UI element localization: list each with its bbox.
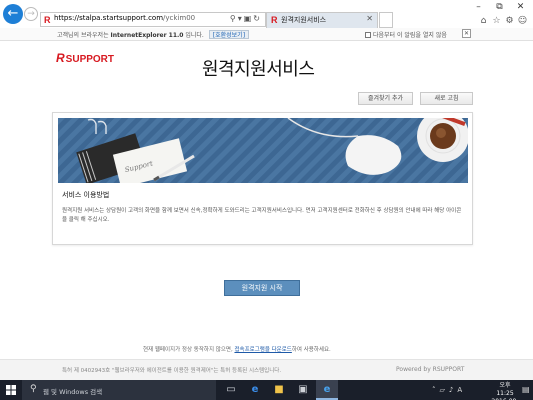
new-tab-button[interactable] — [379, 12, 393, 28]
page-title: 원격지원서비스 — [202, 59, 315, 80]
browser-infobar: 고객님의 브라우저는 InternetExplorer 11.0 입니다. [호… — [0, 28, 533, 41]
minimize-icon[interactable]: – — [468, 2, 489, 12]
address-bar[interactable]: R https://stalpa.startsupport.com/yckim0… — [40, 12, 266, 27]
home-icon[interactable]: ⌂ — [477, 16, 490, 26]
rsupport-logo: RSUPPORT — [56, 51, 115, 65]
arrow-left-icon: ← — [7, 6, 19, 21]
taskbar-clock[interactable]: 오후 11:25 2016-09-11 — [490, 382, 520, 400]
browser-tab[interactable]: R 원격지원서비스 ✕ — [266, 12, 378, 28]
gear-icon[interactable]: ⚙ — [503, 16, 516, 26]
close-icon[interactable]: ✕ — [510, 2, 531, 12]
window-controls: – ⧉ ✕ — [468, 2, 531, 12]
restore-icon[interactable]: ⧉ — [489, 2, 510, 12]
dont-show-again[interactable]: 다음부터 이 알림을 열지 않음 — [365, 30, 447, 39]
edge-icon[interactable]: e — [244, 380, 266, 400]
search-icon: ⚲ — [30, 384, 37, 394]
download-program-link[interactable]: 접속프로그램을 다운로드 — [234, 347, 291, 353]
powered-by: Powered by RSUPPORT — [396, 366, 465, 373]
tab-favicon-icon: R — [271, 15, 278, 25]
back-button[interactable]: ← — [3, 4, 23, 24]
taskbar-search[interactable]: ⚲ 웹 및 Windows 검색 — [22, 380, 216, 400]
browser-version-notice: 고객님의 브라우저는 InternetExplorer 11.0 입니다. [호… — [57, 30, 250, 39]
dont-show-checkbox[interactable] — [365, 32, 371, 38]
page-footer: 특허 제 0402943호 "웹브라우저와 에이전트를 이용한 원격제어"는 특… — [0, 359, 533, 380]
file-explorer-icon[interactable]: ■ — [268, 380, 290, 400]
start-remote-support-button[interactable]: 원격지원 시작 — [224, 280, 300, 296]
store-icon[interactable]: ▣ — [292, 380, 314, 400]
compatibility-view-button[interactable]: [호환성보기] — [208, 30, 250, 39]
service-description: 원격지원 서비스는 상담원이 고객의 화면을 함께 보면서 신속,정확하게 도와… — [62, 208, 462, 223]
task-view-icon[interactable]: ▭ — [220, 380, 242, 400]
add-favorite-button[interactable]: 즐겨찾기 추가 — [358, 92, 413, 105]
action-center-icon[interactable]: ▤ — [522, 385, 530, 394]
search-icon[interactable]: ⚲ — [230, 14, 238, 23]
search-placeholder: 웹 및 Windows 검색 — [43, 388, 103, 396]
windows-logo-icon — [6, 385, 16, 395]
download-notice: 현재 웹페이지가 정상 동작하지 않으면, 접속프로그램을 다운로드하여 사용하… — [143, 347, 331, 353]
refresh-button[interactable]: 새로 고침 — [420, 92, 473, 105]
site-favicon-icon: R — [44, 15, 51, 25]
service-heading: 서비스 이용방법 — [62, 191, 110, 199]
clock-time: 오후 11:25 — [496, 382, 514, 397]
browser-toolbar: ⌂ ☆ ⚙ ☺ — [477, 16, 529, 26]
windows-taskbar: ⚲ 웹 및 Windows 검색 ▭ e ■ ▣ e ˄▱♪A 오후 11:25… — [0, 380, 533, 400]
tab-title: 원격지원서비스 — [281, 16, 327, 24]
infobar-close-icon[interactable]: ✕ — [462, 29, 471, 38]
arrow-right-icon: → — [27, 9, 35, 19]
service-banner-image: Support — [58, 118, 468, 183]
input-language-icon[interactable]: A — [457, 386, 466, 394]
system-tray: ˄▱♪A — [432, 386, 466, 394]
internet-explorer-icon[interactable]: e — [316, 380, 338, 400]
url-text[interactable]: https://stalpa.startsupport.com/yckim00 — [54, 14, 195, 22]
patent-notice: 특허 제 0402943호 "웹브라우저와 에이전트를 이용한 원격제어"는 특… — [62, 368, 282, 374]
lock-icon[interactable]: ▣ — [244, 14, 254, 23]
forward-button[interactable]: → — [24, 7, 38, 21]
start-button[interactable] — [0, 380, 22, 400]
service-card: Support 서비스 이용방법 원격지원 서비스는 상담원이 고객의 화면을 … — [52, 112, 473, 245]
refresh-icon[interactable]: ↻ — [253, 14, 262, 23]
chevron-up-icon[interactable]: ˄ — [432, 386, 440, 394]
favorites-star-icon[interactable]: ☆ — [490, 16, 503, 26]
close-tab-icon[interactable]: ✕ — [366, 14, 373, 23]
network-icon[interactable]: ▱ — [440, 386, 449, 394]
browser-titlebar: ← → R https://stalpa.startsupport.com/yc… — [0, 0, 533, 28]
address-actions: ⚲▾▣↻ — [230, 14, 262, 23]
smiley-icon[interactable]: ☺ — [516, 16, 529, 26]
